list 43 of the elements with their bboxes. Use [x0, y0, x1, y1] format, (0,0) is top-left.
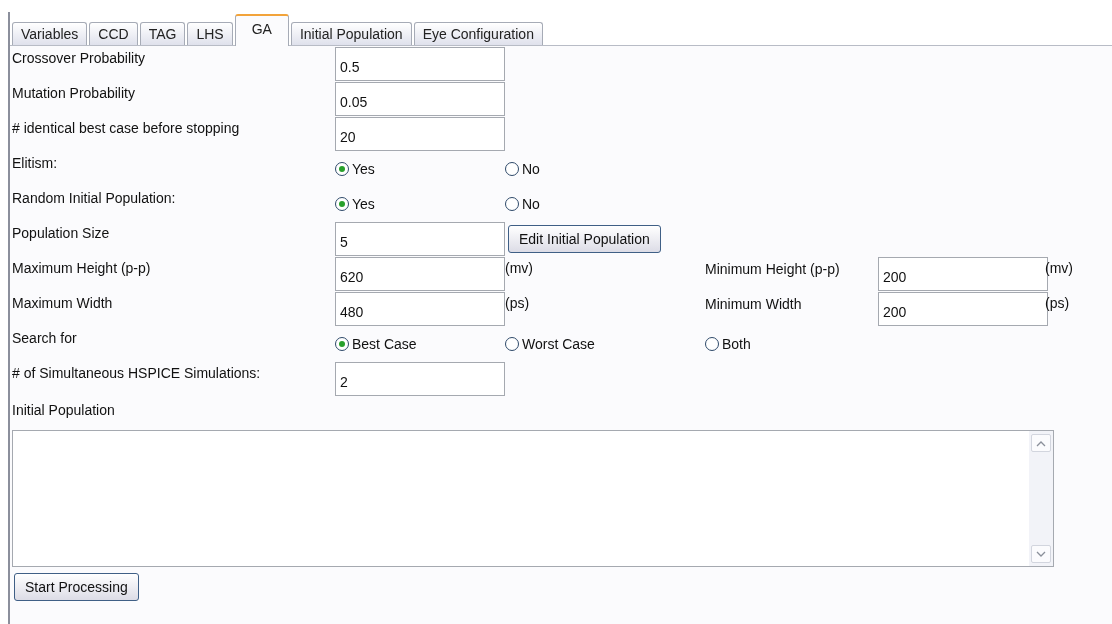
input-field[interactable]: 620	[335, 256, 505, 291]
radio-option[interactable]: No	[505, 160, 540, 177]
radio-option[interactable]: No	[505, 195, 540, 212]
field-label: # of Simultaneous HSPICE Simulations:	[12, 364, 262, 381]
edit-button[interactable]: Edit Initial Population	[508, 224, 661, 253]
input-field[interactable]: 5	[335, 221, 505, 256]
tab[interactable]: GA	[234, 14, 289, 46]
input-field[interactable]: 20	[335, 116, 505, 151]
field-label: Minimum Height (p-p)	[705, 260, 840, 277]
tab[interactable]: Eye Configuration	[413, 22, 543, 45]
radio-option[interactable]: Best Case	[335, 335, 417, 352]
scrollbar[interactable]	[1029, 431, 1053, 566]
field-label: Minimum Width	[705, 295, 802, 312]
unit-label: (mv)	[505, 259, 533, 276]
input-field[interactable]: 0.5	[335, 46, 505, 81]
scroll-up-icon[interactable]	[1031, 434, 1051, 452]
tab[interactable]: LHS	[187, 22, 233, 45]
field-label: Search for	[12, 329, 78, 346]
field-label: Mutation Probability	[12, 84, 136, 101]
radio-option[interactable]: Both	[705, 335, 751, 352]
tab[interactable]: Initial Population	[290, 22, 412, 45]
tab[interactable]: Variables	[12, 22, 88, 45]
radio-option[interactable]: Worst Case	[505, 335, 595, 352]
field-label: Maximum Width	[12, 294, 114, 311]
radio-option[interactable]: Yes	[335, 160, 375, 177]
scroll-down-icon[interactable]	[1031, 545, 1051, 563]
field-label: Population Size	[12, 224, 111, 241]
input-field[interactable]: 480	[335, 291, 505, 326]
radio-option[interactable]: Yes	[335, 195, 375, 212]
unit-label: (ps)	[505, 294, 530, 311]
field-label: Elitism:	[12, 154, 59, 171]
unit-label: (ps)	[1045, 294, 1070, 311]
field-label: # identical best case before stopping	[12, 119, 241, 136]
field-label: Maximum Height (p-p)	[12, 259, 152, 276]
field-label: Random Initial Population:	[12, 189, 177, 206]
tab[interactable]: CCD	[89, 22, 138, 45]
input-field[interactable]: 0.05	[335, 81, 505, 116]
field-label: Crossover Probability	[12, 49, 147, 66]
tab[interactable]: TAG	[139, 22, 186, 45]
start-processing-button[interactable]: Start Processing	[14, 573, 139, 601]
unit-label: (mv)	[1045, 259, 1073, 276]
section-label: Initial Population	[12, 401, 116, 420]
input-field[interactable]: 2	[335, 361, 505, 396]
